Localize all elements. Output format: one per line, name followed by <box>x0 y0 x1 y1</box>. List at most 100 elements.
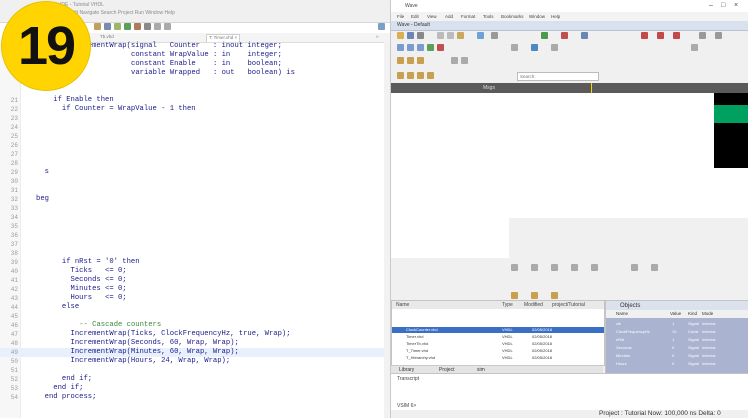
dock-icon-10[interactable] <box>551 292 558 299</box>
tab-tb[interactable]: Tb.vhd <box>100 34 114 41</box>
object-row[interactable]: nRst 1 Signal Internal <box>606 336 748 343</box>
dock-icon-1[interactable] <box>511 264 518 271</box>
group-icon[interactable] <box>407 57 414 64</box>
find-icon[interactable] <box>491 32 498 39</box>
code-line[interactable]: 41 Seconds <= 0; <box>0 276 388 285</box>
cut-icon[interactable] <box>437 32 444 39</box>
run-icon[interactable] <box>541 32 548 39</box>
code-line[interactable]: 21 if Enable then <box>0 96 388 105</box>
zoom-out-icon[interactable] <box>657 32 664 39</box>
code-line[interactable]: 33 <box>0 204 388 213</box>
dock-icon-8[interactable] <box>511 292 518 299</box>
stop-icon[interactable] <box>437 44 444 51</box>
step-over-icon[interactable] <box>407 44 414 51</box>
code-line[interactable]: 45 <box>0 312 388 321</box>
save-icon[interactable] <box>407 32 414 39</box>
code-line[interactable]: 27 <box>0 150 388 159</box>
signal-add-icon[interactable] <box>397 57 404 64</box>
code-line[interactable]: 35 <box>0 222 388 231</box>
objects-pane[interactable]: Objects Name Value Kind Mode clk 1 Signal I… <box>605 300 748 374</box>
editor-scrollbar[interactable] <box>384 42 390 418</box>
dock-icon-6[interactable] <box>631 264 638 271</box>
dock-icon-3[interactable] <box>551 264 558 271</box>
code-line[interactable]: 22 if Counter = WrapValue - 1 then <box>0 105 388 114</box>
dock-icon-5[interactable] <box>591 264 598 271</box>
object-row[interactable]: clk 1 Signal Internal <box>606 320 748 327</box>
search-icon[interactable] <box>144 23 151 30</box>
step-out-icon[interactable] <box>417 44 424 51</box>
cursor-del-icon[interactable] <box>715 32 722 39</box>
filter-icon[interactable] <box>417 72 424 79</box>
object-row[interactable]: ClockFrequencyHz 10 Const Internal <box>606 328 748 335</box>
object-row[interactable]: Hours 0 Signal Internal <box>606 360 748 367</box>
code-line[interactable]: 28 <box>0 159 388 168</box>
layout-icon[interactable] <box>511 44 518 51</box>
tab-timer[interactable]: T: Timer.vhd × <box>206 34 241 42</box>
objects-list[interactable]: clk 1 Signal Internal ClockFrequencyHz 10 Cons… <box>606 318 748 373</box>
code-line[interactable]: 38 <box>0 249 388 258</box>
dock-icon-2[interactable] <box>531 264 538 271</box>
break-icon[interactable] <box>561 32 568 39</box>
vsim-prompt[interactable]: VSIM 6> <box>397 403 416 409</box>
prev-icon[interactable] <box>154 23 161 30</box>
library-row[interactable]: T_Hierarchy.vhd VHDL 02/05/2018 <box>392 355 604 361</box>
object-row[interactable]: Seconds 0 Signal Internal <box>606 344 748 351</box>
open-icon[interactable] <box>397 32 404 39</box>
code-line[interactable]: 42 Minutes <= 0; <box>0 285 388 294</box>
code-line[interactable]: 32 beg <box>0 195 388 204</box>
library-row[interactable]: Timer.vhd VHDL 02/05/2018 <box>392 334 604 340</box>
library-row[interactable]: TimerTb.vhd VHDL 02/05/2018 <box>392 341 604 347</box>
library-row[interactable]: T_Timer.vhd VHDL 02/05/2018 <box>392 348 604 354</box>
code-line[interactable]: 50 IncrementWrap(Hours, 24, Wrap, Wrap); <box>0 357 388 366</box>
paste-icon[interactable] <box>457 32 464 39</box>
zoom-in-icon[interactable] <box>641 32 648 39</box>
code-line[interactable]: 26 <box>0 141 388 150</box>
print-icon[interactable] <box>417 32 424 39</box>
dataflow-icon[interactable] <box>691 44 698 51</box>
maximize-icon[interactable]: □ <box>721 2 725 9</box>
code-line[interactable]: 47 IncrementWrap(Ticks, ClockFrequencyHz,… <box>0 330 388 339</box>
expand-icon[interactable] <box>397 72 404 79</box>
undo-icon[interactable] <box>477 32 484 39</box>
divider-icon[interactable] <box>417 57 424 64</box>
perspective-icon[interactable] <box>378 23 385 30</box>
code-line[interactable]: 39 if nRst = '0' then <box>0 258 388 267</box>
new-icon[interactable] <box>94 23 101 30</box>
save-icon[interactable] <box>104 23 111 30</box>
library-pane[interactable]: Name Type Modified project/Tutorial Cloc… <box>391 300 605 366</box>
dock-icon-4[interactable] <box>571 264 578 271</box>
run-icon[interactable] <box>124 23 131 30</box>
library-row[interactable]: ClockCounter.vhd VHDL 02/05/2018 <box>392 327 604 333</box>
code-line[interactable]: 29 s <box>0 168 388 177</box>
cursor-add-icon[interactable] <box>699 32 706 39</box>
edge-prev-icon[interactable] <box>451 57 458 64</box>
code-line[interactable]: 46 -- Cascade counters <box>0 321 388 330</box>
code-line[interactable]: 25 <box>0 132 388 141</box>
code-line[interactable]: 52 end if; <box>0 375 388 384</box>
code-line[interactable]: 31 <box>0 186 388 195</box>
edge-next-icon[interactable] <box>461 57 468 64</box>
code-line[interactable]: 37 <box>0 240 388 249</box>
copy-icon[interactable] <box>447 32 454 39</box>
build-icon[interactable] <box>114 23 121 30</box>
minimize-icon[interactable]: – <box>709 2 713 9</box>
close-icon[interactable]: × <box>734 2 738 9</box>
code-line[interactable]: 34 <box>0 213 388 222</box>
code-line[interactable]: 23 <box>0 114 388 123</box>
code-line[interactable]: 36 <box>0 231 388 240</box>
zoom-full-icon[interactable] <box>673 32 680 39</box>
dock-icon-9[interactable] <box>531 292 538 299</box>
sim-menubar[interactable]: File Edit View Add Format Tools Bookmarks Windo… <box>391 12 748 21</box>
tab-overflow[interactable]: » <box>376 34 379 41</box>
wave-icon[interactable] <box>531 44 538 51</box>
object-row[interactable]: Minutes 0 Signal Internal <box>606 352 748 359</box>
code-line[interactable]: 24 <box>0 123 388 132</box>
code-line[interactable]: 44 else <box>0 303 388 312</box>
sort-icon[interactable] <box>427 72 434 79</box>
continue-icon[interactable] <box>427 44 434 51</box>
code-line[interactable]: 51 <box>0 366 388 375</box>
wave-search-input[interactable]: Search: <box>517 72 599 81</box>
dock-icon-7[interactable] <box>651 264 658 271</box>
code-line[interactable]: 49 IncrementWrap(Minutes, 60, Wrap, Wrap)… <box>0 348 388 357</box>
code-line[interactable]: 54 end process; <box>0 393 388 402</box>
